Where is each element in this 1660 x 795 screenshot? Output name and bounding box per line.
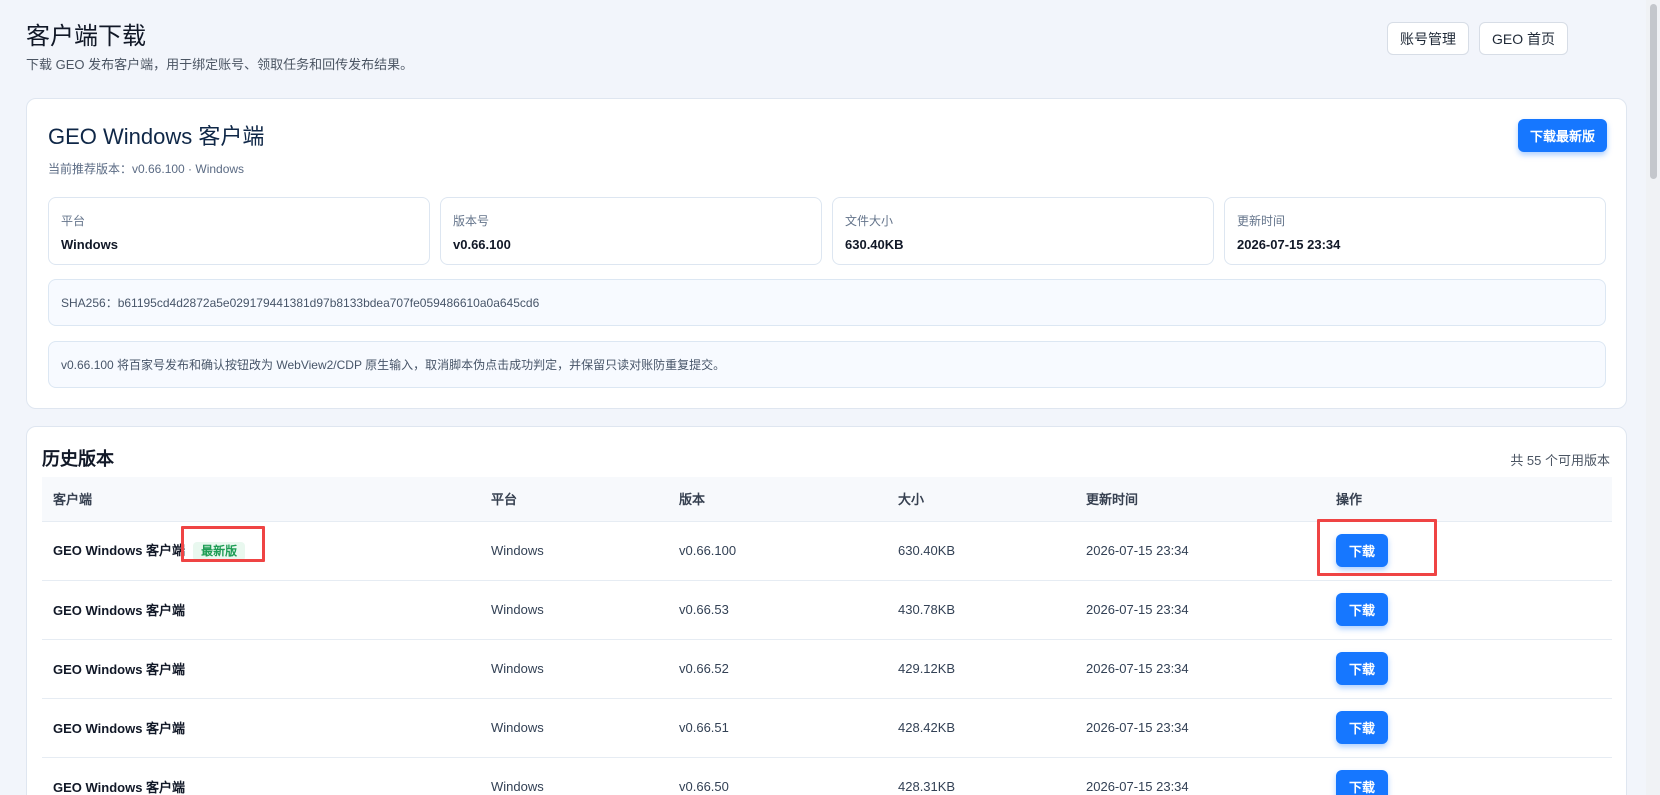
geo-home-button[interactable]: GEO 首页 (1478, 22, 1568, 55)
updated-time-info: 更新时间 2026-07-15 23:34 (1224, 197, 1606, 265)
file-size-info: 文件大小 630.40KB (832, 197, 1214, 265)
client-card: GEO Windows 客户端 当前推荐版本：v0.66.100 · Windo… (26, 98, 1627, 409)
action-cell: 下载 (1325, 639, 1612, 699)
platform-cell: Windows (480, 639, 668, 699)
updated-time-cell: 2026-07-15 23:34 (1075, 521, 1325, 581)
table-row: GEO Windows 客户端 最新版 Windows v0.66.100 630… (42, 521, 1612, 581)
version-label: 版本号 (453, 214, 490, 228)
header-actions: 账号管理 GEO 首页 (1386, 22, 1568, 55)
history-count: 共 55 个可用版本 (1510, 453, 1610, 468)
platform-label: 平台 (61, 214, 86, 228)
download-latest-button[interactable]: 下载最新版 (1517, 119, 1607, 152)
column-size: 大小 (887, 477, 1075, 522)
version-value: v0.66.100 (453, 237, 511, 252)
page-subtitle: 下载 GEO 发布客户端，用于绑定账号、领取任务和回传发布结果。 (26, 57, 414, 72)
column-action: 操作 (1325, 477, 1612, 522)
size-cell: 428.31KB (887, 757, 1075, 795)
action-cell: 下载 (1325, 757, 1612, 795)
download-button[interactable]: 下载 (1336, 593, 1388, 626)
vertical-scrollbar[interactable] (1646, 0, 1660, 795)
client-name: GEO Windows 客户端 (53, 662, 186, 677)
column-version: 版本 (668, 477, 887, 522)
client-title: GEO Windows 客户端 (48, 124, 265, 149)
action-cell: 下载 (1325, 580, 1612, 640)
client-cell: GEO Windows 客户端 (42, 580, 480, 640)
history-title: 历史版本 (42, 449, 114, 469)
download-button[interactable]: 下载 (1336, 711, 1388, 744)
version-cell: v0.66.51 (668, 698, 887, 758)
action-cell: 下载 (1325, 698, 1612, 758)
version-cell: v0.66.53 (668, 580, 887, 640)
platform-cell: Windows (480, 757, 668, 795)
sha256-box: SHA256：b61195cd4d2872a5e029179441381d97b… (48, 279, 1606, 326)
version-cell: v0.66.52 (668, 639, 887, 699)
version-cell: v0.66.100 (668, 521, 887, 581)
updated-time-cell: 2026-07-15 23:34 (1075, 757, 1325, 795)
table-row: GEO Windows 客户端 Windows v0.66.50 428.31K… (42, 757, 1612, 795)
updated-time-value: 2026-07-15 23:34 (1237, 237, 1341, 252)
scrollbar-thumb[interactable] (1650, 4, 1657, 179)
download-button[interactable]: 下载 (1336, 770, 1388, 795)
updated-time-cell: 2026-07-15 23:34 (1075, 698, 1325, 758)
history-header-row: 客户端 平台 版本 大小 更新时间 操作 (42, 477, 1612, 522)
client-cell: GEO Windows 客户端 (42, 698, 480, 758)
size-cell: 630.40KB (887, 521, 1075, 581)
platform-info: 平台 Windows (48, 197, 430, 265)
updated-time-label: 更新时间 (1237, 214, 1286, 228)
platform-value: Windows (61, 237, 118, 252)
action-cell: 下载 (1325, 521, 1612, 581)
client-name: GEO Windows 客户端 (53, 603, 186, 618)
file-size-value: 630.40KB (845, 237, 904, 252)
latest-badge: 最新版 (193, 542, 246, 561)
size-cell: 428.42KB (887, 698, 1075, 758)
client-info-grid: 平台 Windows 版本号 v0.66.100 文件大小 630.40KB 更… (48, 197, 1606, 265)
download-button[interactable]: 下载 (1336, 652, 1388, 685)
platform-cell: Windows (480, 521, 668, 581)
column-platform: 平台 (480, 477, 668, 522)
client-cell: GEO Windows 客户端 (42, 639, 480, 699)
platform-cell: Windows (480, 580, 668, 640)
client-cell: GEO Windows 客户端 (42, 757, 480, 795)
download-page: 客户端下载 下载 GEO 发布客户端，用于绑定账号、领取任务和回传发布结果。 账… (0, 0, 1660, 795)
version-cell: v0.66.50 (668, 757, 887, 795)
page-title: 客户端下载 (26, 23, 146, 50)
size-cell: 430.78KB (887, 580, 1075, 640)
updated-time-cell: 2026-07-15 23:34 (1075, 639, 1325, 699)
table-row: GEO Windows 客户端 Windows v0.66.51 428.42K… (42, 698, 1612, 758)
updated-time-cell: 2026-07-15 23:34 (1075, 580, 1325, 640)
history-table: 客户端 平台 版本 大小 更新时间 操作 GEO Windows 客户端 最新版 … (42, 477, 1612, 795)
page-header: 客户端下载 下载 GEO 发布客户端，用于绑定账号、领取任务和回传发布结果。 (26, 22, 413, 74)
client-name: GEO Windows 客户端 (53, 721, 186, 736)
column-client: 客户端 (42, 477, 480, 522)
version-info: 版本号 v0.66.100 (440, 197, 822, 265)
download-button[interactable]: 下载 (1336, 534, 1388, 567)
table-row: GEO Windows 客户端 Windows v0.66.52 429.12K… (42, 639, 1612, 699)
account-management-button[interactable]: 账号管理 (1386, 22, 1469, 55)
release-note-box: v0.66.100 将百家号发布和确认按钮改为 WebView2/CDP 原生输… (48, 341, 1606, 388)
client-name: GEO Windows 客户端 (53, 780, 186, 795)
size-cell: 429.12KB (887, 639, 1075, 699)
file-size-label: 文件大小 (845, 214, 894, 228)
platform-cell: Windows (480, 698, 668, 758)
column-updated-time: 更新时间 (1075, 477, 1325, 522)
history-card: 历史版本 共 55 个可用版本 客户端 平台 版本 大小 更新时间 操作 GEO… (26, 426, 1627, 795)
recommended-version: 当前推荐版本：v0.66.100 · Windows (48, 162, 245, 176)
table-row: GEO Windows 客户端 Windows v0.66.53 430.78K… (42, 580, 1612, 640)
client-cell: GEO Windows 客户端 最新版 (42, 521, 480, 581)
client-name: GEO Windows 客户端 (53, 543, 186, 558)
